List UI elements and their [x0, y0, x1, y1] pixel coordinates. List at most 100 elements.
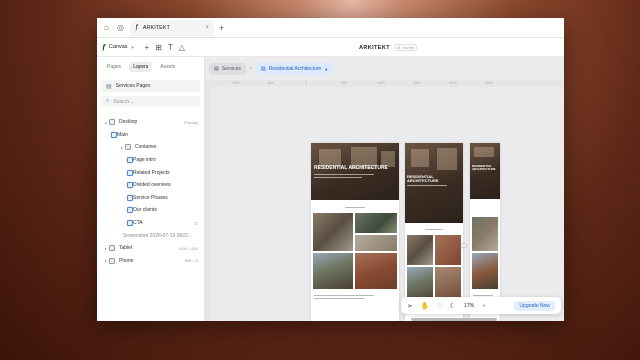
- desktop-hero-title: RESIDENTIAL ARCHITECTURE: [314, 165, 388, 171]
- frame-icon: [109, 245, 115, 252]
- app-window: ⌂ ◎ ƒ ARKITEKT × + ƒ Canvas ▼ + ⊞ T △ AR…: [97, 18, 564, 321]
- home-icon[interactable]: ⌂: [102, 23, 111, 32]
- canvas-menu-label: Canvas: [108, 44, 128, 50]
- chevron-down-icon[interactable]: ▼: [482, 303, 486, 308]
- layer-row[interactable]: ▸Our clients: [97, 204, 204, 217]
- layer-row[interactable]: ▸ Tablet 1199 – 810: [97, 242, 204, 255]
- breadcrumb-services[interactable]: ▤ Services: [209, 63, 246, 75]
- vertical-ruler: [205, 87, 211, 321]
- invite-badge[interactable]: ⊘ Invite: [394, 44, 418, 51]
- search-input[interactable]: Search...: [113, 99, 133, 105]
- page-selector-label: Services Pages: [115, 83, 151, 89]
- mouse-cursor-icon: ➤: [461, 241, 468, 250]
- frame-icon: [127, 182, 133, 189]
- frame-tool-icon[interactable]: ⊞: [155, 43, 162, 52]
- frame-icon: [109, 257, 115, 264]
- layer-label: Page intro: [133, 157, 156, 164]
- frame-icon: [127, 194, 133, 201]
- phone-frame[interactable]: RESIDENTIAL ARCHITECTURE: [470, 143, 500, 321]
- browser-tab[interactable]: ƒ ARKITEKT ×: [130, 19, 214, 36]
- project-image-building: [472, 253, 498, 289]
- tablet-hero-title: RESIDENTIAL ARCHITECTURE: [407, 174, 439, 184]
- comment-tool-icon[interactable]: ◌: [438, 302, 442, 309]
- design-canvas[interactable]: ▤ Services › ▤ Residential Architecture …: [205, 57, 564, 321]
- frame-icon: [127, 157, 133, 164]
- layer-row[interactable]: Screenshot 2026-07-19 0822...: [97, 229, 204, 242]
- page-selector[interactable]: ▤ Services Pages: [101, 80, 200, 92]
- ruler-label: 3200: [449, 81, 457, 85]
- panel-tabs: Pages Layers Assets: [97, 57, 204, 77]
- tablet-hero-image: RESIDENTIAL ARCHITECTURE: [405, 143, 463, 223]
- chevron-right-icon: ›: [249, 66, 252, 72]
- project-image-building: [435, 235, 461, 265]
- ruler-label: 800: [341, 81, 347, 85]
- layer-row[interactable]: ▸ Container: [97, 141, 204, 154]
- layer-tree: ▸DesktopPrimary▸Main▸Container▸Page intr…: [97, 116, 204, 267]
- chevron-down-icon: ▼: [324, 66, 329, 72]
- tab-pages[interactable]: Pages: [103, 62, 125, 72]
- layer-label: Our clients: [133, 207, 157, 214]
- layer-row[interactable]: ▸ Desktop Primary: [97, 116, 204, 129]
- desktop-hero-image: RESIDENTIAL ARCHITECTURE: [311, 143, 399, 200]
- layer-meta: ⊡: [194, 220, 198, 226]
- insert-plus-icon[interactable]: +: [145, 43, 150, 52]
- chevron-down-icon: ▼: [130, 44, 135, 50]
- globe-icon[interactable]: ◎: [116, 23, 125, 32]
- layer-label: Container: [135, 144, 157, 151]
- layer-row[interactable]: ▸Related Projects: [97, 166, 204, 179]
- project-image-building: [313, 213, 353, 251]
- horizontal-scrollbar[interactable]: [411, 318, 497, 321]
- layer-meta: 809 – 0: [184, 258, 198, 264]
- section-label-line: [425, 229, 443, 230]
- tablet-frame[interactable]: RESIDENTIAL ARCHITECTURE: [405, 143, 463, 321]
- layer-label: Tablet: [119, 245, 133, 252]
- ruler-label: -1600: [231, 81, 240, 85]
- hand-tool-icon[interactable]: ✋: [421, 302, 430, 310]
- zoom-level[interactable]: 17%: [464, 303, 474, 309]
- project-image-building: [355, 253, 397, 289]
- frame-icon: [127, 207, 133, 214]
- layer-row[interactable]: ▸Divided overview: [97, 179, 204, 192]
- layer-row[interactable]: ▸ Phone 809 – 0: [97, 255, 204, 268]
- hero-subtitle-line: [407, 185, 447, 186]
- layer-meta: 1199 – 810: [178, 245, 198, 251]
- phone-hero-image: RESIDENTIAL ARCHITECTURE: [470, 143, 500, 199]
- layer-row[interactable]: ▸Service Phases: [97, 192, 204, 205]
- desktop-frame[interactable]: RESIDENTIAL ARCHITECTURE: [311, 143, 399, 321]
- page-icon: ▤: [214, 66, 219, 72]
- layer-row[interactable]: ▸CTA⊡: [97, 217, 204, 230]
- dark-mode-icon[interactable]: ☾: [450, 302, 456, 310]
- hero-window: [474, 147, 494, 157]
- close-tab-icon[interactable]: ×: [205, 25, 209, 31]
- vector-tool-icon[interactable]: △: [179, 43, 185, 52]
- text-line: [473, 295, 493, 296]
- canvas-menu[interactable]: ƒ Canvas ▼: [102, 44, 135, 51]
- breadcrumb-residential[interactable]: ▤ Residential Architecture ▼: [255, 63, 334, 75]
- browser-tab-title: ARKITEKT: [142, 24, 170, 31]
- pointer-tool-icon[interactable]: ➢: [407, 302, 413, 310]
- layer-label: CTA: [133, 220, 143, 227]
- editor-toolbar: ƒ Canvas ▼ + ⊞ T △ ARKITEKT ⊘ Invite: [97, 38, 564, 57]
- phone-hero-title: RESIDENTIAL ARCHITECTURE: [472, 164, 496, 172]
- tab-assets[interactable]: Assets: [156, 62, 179, 72]
- hero-subtitle-line: [314, 177, 362, 178]
- tab-layers[interactable]: Layers: [129, 62, 153, 72]
- new-tab-button[interactable]: +: [219, 23, 224, 33]
- project-image-building: [472, 217, 498, 251]
- layer-label: Related Projects: [133, 169, 170, 176]
- upgrade-button[interactable]: Upgrade Now: [514, 300, 555, 311]
- framer-logo-icon: ƒ: [102, 43, 106, 51]
- insert-tools: + ⊞ T △: [145, 43, 185, 52]
- layer-row[interactable]: ▸Main: [97, 129, 204, 142]
- search-icon: ⌕: [106, 98, 110, 104]
- page-icon: ▤: [260, 66, 266, 72]
- layer-label: Screenshot 2026-07-19 0822...: [123, 232, 192, 239]
- layer-label: Main: [117, 131, 128, 138]
- layer-row[interactable]: ▸Page intro: [97, 154, 204, 167]
- text-tool-icon[interactable]: T: [168, 43, 173, 52]
- ruler-label: 0: [305, 81, 307, 85]
- page-icon: ▤: [106, 83, 112, 90]
- ruler-label: 4000: [485, 81, 493, 85]
- layers-search[interactable]: ⌕ Search...: [101, 96, 200, 107]
- horizontal-ruler: -1600 -800 0 800 1600 2400 3200 4000: [205, 80, 564, 87]
